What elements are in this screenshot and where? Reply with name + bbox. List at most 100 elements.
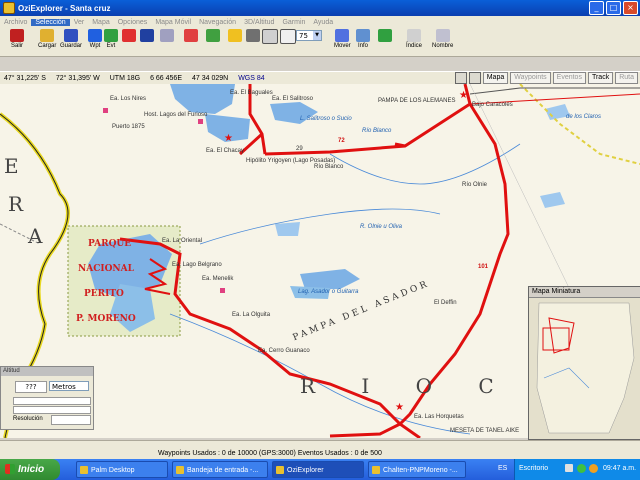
app-icon — [3, 2, 15, 14]
menu-mapa-movil[interactable]: Mapa Móvil — [151, 19, 195, 26]
layer-tool-button[interactable] — [228, 29, 242, 43]
nombre-button[interactable]: Nombre — [432, 29, 453, 49]
tray-icon[interactable] — [589, 464, 598, 473]
menu-navegacion[interactable]: Navegación — [195, 19, 240, 26]
salir-button[interactable]: Salir — [10, 29, 24, 49]
map-label: Lag. Asador o Guitarra — [298, 289, 359, 295]
map-label: MESETA DE TANEL AIKE — [450, 428, 520, 434]
task-palm-desktop[interactable]: Palm Desktop — [76, 461, 168, 478]
tab-track[interactable]: Track — [587, 72, 614, 84]
country-letter: A — [28, 224, 43, 248]
datum-readout: WGS 84 — [238, 74, 265, 82]
clock: 09:47 a.m. — [603, 465, 637, 472]
map-label: Ea. El Chacay — [206, 148, 245, 154]
map-label: Río Blanco — [314, 164, 344, 170]
task-inbox[interactable]: Bandeja de entrada -... — [172, 461, 268, 478]
map-label: Ea. Menelik — [202, 276, 234, 282]
map-label: Ea. La Olguita — [232, 312, 271, 318]
task-oziexplorer[interactable]: OziExplorer — [272, 461, 364, 478]
network-icon[interactable] — [577, 464, 586, 473]
menu-garmin[interactable]: Garmin — [278, 19, 309, 26]
menu-mapa[interactable]: Mapa — [88, 19, 114, 26]
resolution-field — [51, 415, 91, 425]
altitude-unit-select[interactable]: Metros — [49, 381, 89, 391]
tab-ruta[interactable]: Ruta — [615, 72, 638, 84]
info-icon — [356, 29, 370, 42]
easting-readout: 6 66 456E — [150, 74, 182, 82]
menu-ayuda[interactable]: Ayuda — [309, 19, 337, 26]
zoom-in-button[interactable] — [262, 29, 278, 45]
minimap-land — [536, 302, 635, 434]
river-olnie — [199, 208, 441, 245]
map-select-icon[interactable] — [454, 72, 467, 84]
track-tool-button[interactable] — [122, 29, 136, 43]
country-letter: R — [8, 192, 24, 216]
mover-button[interactable]: Mover — [334, 29, 351, 49]
waypoint-star-icon[interactable]: ★ — [224, 133, 233, 144]
grid-tool-button[interactable] — [184, 29, 198, 43]
lake-asador — [300, 269, 360, 289]
map-icon — [372, 466, 380, 474]
language-indicator[interactable]: ES — [498, 465, 507, 472]
route-tool-button[interactable] — [140, 29, 154, 43]
map-label: Ea. La Oriental — [162, 238, 203, 244]
map-label: Bajo Caracoles — [472, 102, 513, 108]
menu-ver[interactable]: Ver — [70, 19, 89, 26]
menu-opciones[interactable]: Opciones — [114, 19, 152, 26]
tag-icon — [206, 29, 220, 42]
menu-3d-altitud[interactable]: 3D/Altitud — [240, 19, 278, 26]
print-tool-button[interactable] — [246, 29, 260, 43]
chevron-right-icon[interactable] — [565, 464, 573, 472]
maximize-button[interactable]: □ — [606, 1, 621, 15]
desktop-toolbar[interactable]: Escritorio — [519, 465, 548, 472]
tab-mapa[interactable]: Mapa — [482, 72, 509, 84]
name-tool-button[interactable] — [206, 29, 220, 43]
park-label: NACIONAL — [78, 264, 134, 274]
estancia-marker-icon — [198, 119, 203, 124]
task-chalten[interactable]: Chalten-PNPMoreno -... — [368, 461, 466, 478]
grid-icon — [184, 29, 198, 42]
name-icon — [435, 29, 450, 42]
map-label: Ea. Los Nires — [110, 96, 147, 102]
cargar-button[interactable]: Cargar — [38, 29, 56, 49]
layers-icon — [228, 29, 242, 42]
minimap-panel[interactable]: Mapa Miniatura — [528, 286, 640, 440]
indice-button[interactable]: Índice — [406, 29, 422, 49]
minimize-button[interactable]: _ — [589, 1, 604, 15]
pan-arrows-button[interactable] — [378, 29, 392, 43]
evt-button[interactable]: Evt — [104, 29, 118, 49]
altitude-bar — [13, 397, 91, 405]
taskbar: Inicio Palm Desktop Bandeja de entrada -… — [0, 459, 640, 480]
save-map-icon[interactable] — [468, 72, 481, 84]
waypoint-icon — [88, 29, 102, 42]
northing-readout: 47 34 029N — [192, 74, 229, 82]
lake — [540, 192, 565, 208]
hand-icon — [335, 29, 350, 42]
folder-open-icon — [40, 29, 55, 42]
start-button[interactable]: Inicio — [0, 459, 60, 480]
tab-waypoints[interactable]: Waypoints — [510, 72, 551, 84]
map-label: Ea. El Baguales — [230, 90, 273, 96]
km-marker: 101 — [478, 264, 489, 270]
lake — [275, 222, 300, 236]
magnifier-icon — [262, 29, 278, 44]
guardar-button[interactable]: Guardar — [60, 29, 82, 49]
route-number: 29 — [296, 146, 303, 152]
menu-archivo[interactable]: Archivo — [0, 19, 31, 26]
menu-seleccion[interactable]: Selección — [31, 18, 70, 26]
zoom-out-button[interactable] — [280, 29, 296, 45]
chevron-down-icon[interactable]: ▼ — [313, 31, 321, 40]
draw-tool-button[interactable] — [160, 29, 174, 43]
utm-zone-readout: UTM 18G — [109, 74, 141, 82]
info-button[interactable]: Info — [356, 29, 370, 49]
close-button[interactable]: × — [623, 1, 638, 15]
map-label: L. Salitroso o Sucio — [300, 116, 352, 122]
mail-icon — [176, 466, 184, 474]
minimap-graphics — [536, 302, 635, 434]
waypoint-star-icon[interactable]: ★ — [459, 90, 468, 101]
waypoint-star-icon[interactable]: ★ — [395, 402, 404, 413]
wpt-button[interactable]: Wpt — [88, 29, 102, 49]
event-icon — [104, 29, 118, 42]
print-icon — [246, 29, 260, 42]
tab-eventos[interactable]: Eventos — [552, 72, 586, 84]
